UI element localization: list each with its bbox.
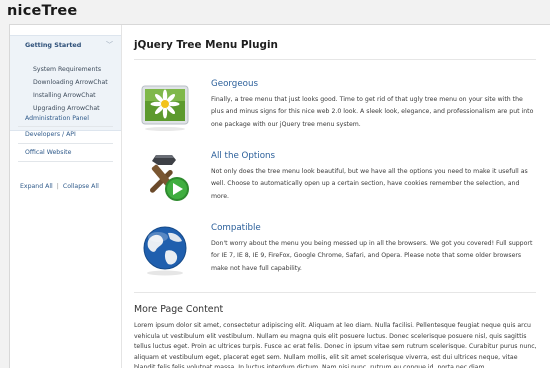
- expand-all-link[interactable]: Expand All: [20, 183, 53, 190]
- tree-item-upgrading[interactable]: Upgrading ArrowChat: [33, 105, 100, 112]
- top-bar: niceTree: [0, 0, 550, 24]
- sidebar-divider: [18, 126, 113, 127]
- site-logo[interactable]: niceTree: [7, 3, 77, 19]
- tree-item-installing[interactable]: Installing ArrowChat: [33, 92, 96, 99]
- page-container: Getting Started ﹀ System Requirements Do…: [9, 24, 550, 368]
- sidebar-item-administration-panel[interactable]: Administration Panel: [25, 115, 89, 122]
- tree-section-header[interactable]: Getting Started: [25, 41, 81, 49]
- collapse-all-link[interactable]: Collapse All: [63, 183, 99, 190]
- globe-icon: [143, 226, 187, 276]
- section-title: More Page Content: [134, 304, 224, 315]
- sidebar-divider: [18, 143, 113, 144]
- divider: [134, 59, 536, 60]
- daisy-photo-icon: [141, 85, 189, 131]
- tree-actions: Expand All | Collapse All: [20, 183, 99, 190]
- feature-description: Not only does the tree menu look beautif…: [211, 168, 528, 200]
- feature-title: All the Options: [211, 151, 276, 161]
- main-content: jQuery Tree Menu Plugin Georgeous Finall…: [122, 25, 550, 368]
- feature-title: Georgeous: [211, 79, 259, 89]
- tree-item-downloading[interactable]: Downloading ArrowChat: [33, 79, 108, 86]
- page-title: jQuery Tree Menu Plugin: [134, 39, 278, 51]
- feature-description: Finally, a tree menu that just looks goo…: [211, 96, 534, 128]
- sidebar-item-official-website[interactable]: Offical Website: [25, 149, 71, 156]
- sidebar-tree-menu: Getting Started ﹀ System Requirements Do…: [10, 25, 122, 368]
- section-body: Lorem ipsum dolor sit amet, consectetur …: [134, 322, 537, 368]
- divider: [134, 292, 536, 293]
- tree-item-system-requirements[interactable]: System Requirements: [33, 66, 101, 73]
- feature-title: Compatible: [211, 223, 261, 233]
- sidebar-item-developers-api[interactable]: Developers / API: [25, 131, 76, 138]
- separator: |: [56, 183, 59, 190]
- hammer-play-icon: [150, 155, 189, 201]
- feature-description: Don't worry about the menu you being mes…: [211, 240, 533, 272]
- chevron-down-icon[interactable]: ﹀: [106, 40, 113, 50]
- sidebar-divider: [18, 161, 113, 162]
